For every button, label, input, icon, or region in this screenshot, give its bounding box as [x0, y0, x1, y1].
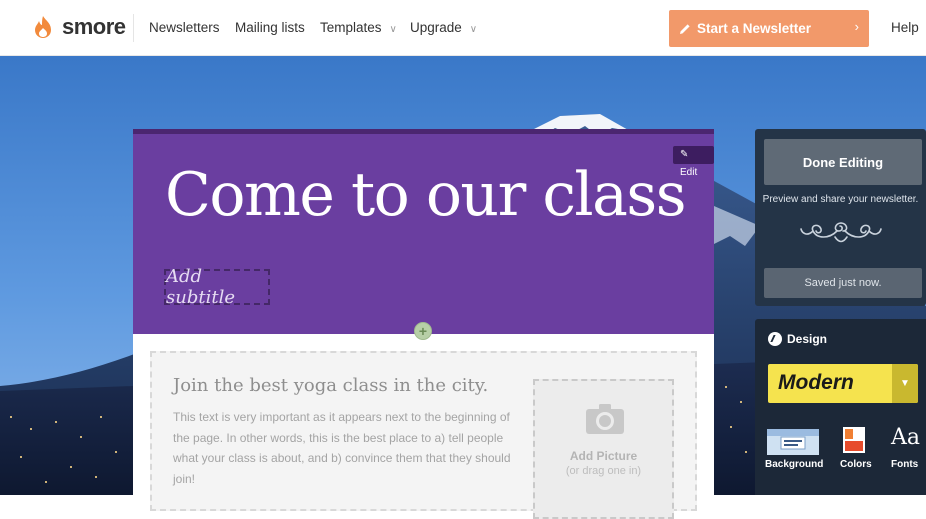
nav-mailing-lists[interactable]: Mailing lists — [235, 20, 305, 35]
design-header: Design — [768, 332, 827, 346]
editing-panel: Done Editing Preview and share your news… — [755, 129, 926, 306]
chevron-right-icon: › — [854, 19, 859, 34]
subtitle-field[interactable]: Add subtitle — [164, 266, 270, 308]
smore-logo[interactable]: smore — [32, 10, 126, 44]
chevron-down-icon: ∨ — [389, 24, 397, 35]
fonts-tool[interactable]: Aa Fonts — [885, 421, 925, 483]
design-panel: Design Modern ▼ Background Colors Aa Fon… — [755, 319, 926, 495]
start-newsletter-button[interactable]: Start a Newsletter › — [669, 10, 869, 47]
done-editing-button[interactable]: Done Editing — [764, 139, 922, 185]
background-tool[interactable]: Background — [763, 421, 825, 483]
caret-down-icon[interactable]: ▼ — [892, 364, 918, 403]
newsletter-card: ✎ Edit Come to our class Add subtitle + … — [133, 129, 714, 519]
top-navigation: smore Newsletters Mailing lists Template… — [0, 0, 926, 56]
help-link[interactable]: Help — [891, 20, 919, 35]
nav-templates-label: Templates — [320, 20, 382, 35]
theme-selected-value: Modern — [778, 371, 854, 394]
chevron-down-icon: ∨ — [469, 24, 478, 35]
theme-select[interactable]: Modern ▼ — [768, 364, 918, 403]
add-picture-label: Add Picture — [569, 449, 638, 463]
pencil-icon — [680, 23, 690, 34]
nav-upgrade[interactable]: Upgrade ∨ — [410, 20, 477, 35]
section-heading[interactable]: Join the best yoga class in the city. — [173, 375, 488, 396]
background-icon — [767, 429, 819, 455]
newsletter-title[interactable]: Come to our class — [165, 160, 710, 230]
brand-name: smore — [62, 14, 126, 39]
ornament-divider-icon — [800, 222, 882, 243]
colors-tool[interactable]: Colors — [835, 421, 879, 483]
add-picture-area[interactable]: Add Picture (or drag one in) — [533, 379, 674, 519]
colors-icon — [843, 427, 865, 453]
fonts-icon: Aa — [891, 425, 921, 450]
nav-upgrade-label: Upgrade — [410, 20, 462, 35]
flame-logo-icon — [35, 16, 51, 38]
subtitle-placeholder: Add subtitle — [166, 266, 235, 308]
colors-tool-label: Colors — [840, 459, 872, 470]
preview-hint: Preview and share your newsletter. — [762, 194, 919, 205]
add-picture-hint: (or drag one in) — [565, 465, 642, 477]
design-icon — [768, 332, 782, 346]
plus-icon: + — [418, 323, 428, 339]
start-newsletter-label: Start a Newsletter — [697, 21, 812, 36]
newsletter-header[interactable]: ✎ Edit Come to our class Add subtitle — [133, 129, 714, 334]
nav-newsletters[interactable]: Newsletters — [149, 20, 220, 35]
background-tool-label: Background — [765, 459, 824, 470]
design-label: Design — [787, 332, 828, 346]
section-body[interactable]: This text is very important as it appear… — [173, 407, 515, 489]
fonts-tool-label: Fonts — [891, 459, 919, 470]
add-block-button[interactable]: + — [414, 322, 432, 340]
camera-icon — [586, 404, 624, 434]
nav-templates[interactable]: Templates ∨ — [320, 20, 397, 35]
text-block[interactable]: Join the best yoga class in the city. Th… — [150, 351, 697, 519]
nav-divider — [133, 14, 134, 42]
save-status: Saved just now. — [764, 268, 922, 298]
pencil-icon: ✎ — [680, 149, 689, 160]
